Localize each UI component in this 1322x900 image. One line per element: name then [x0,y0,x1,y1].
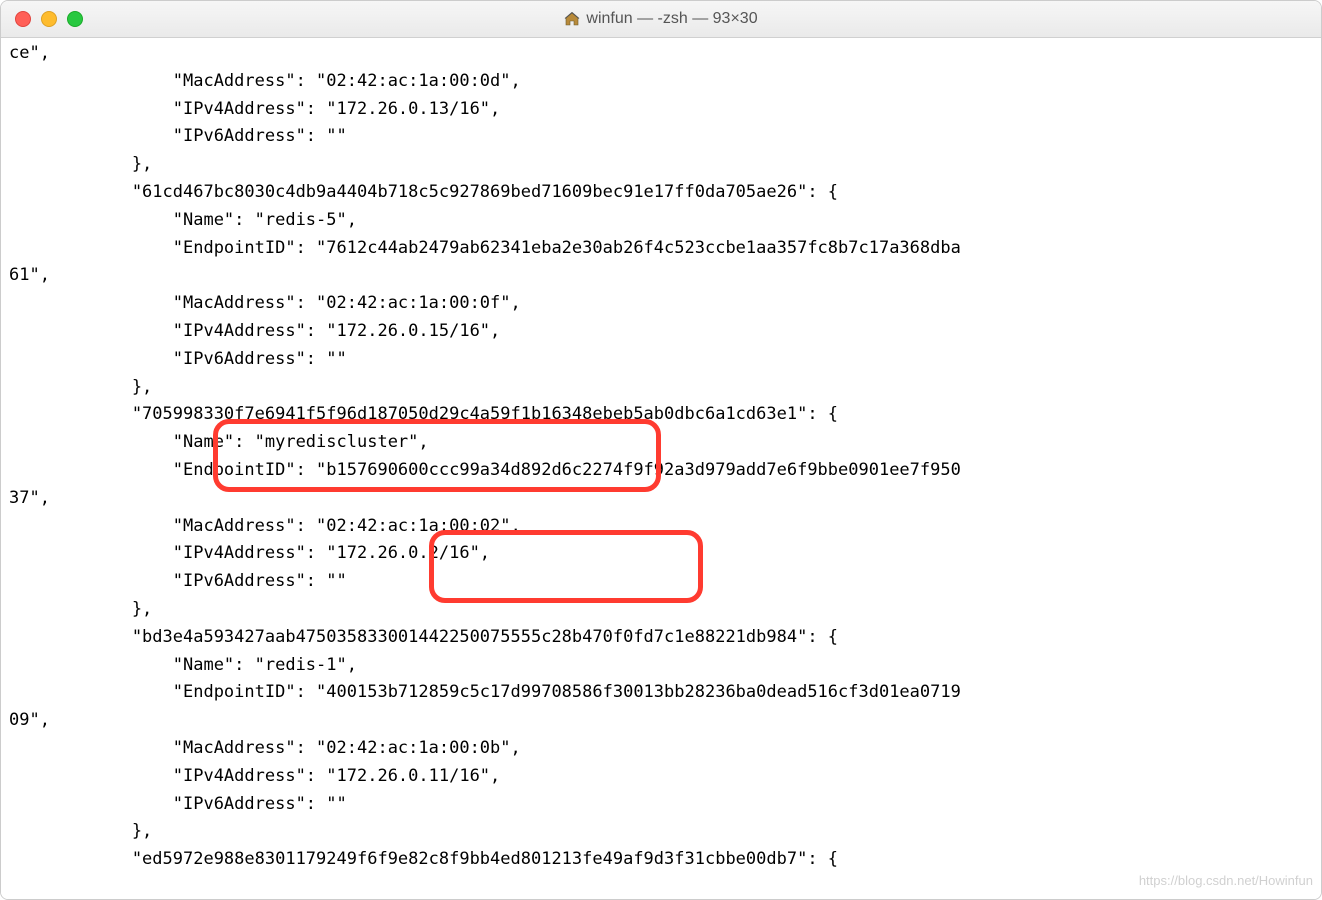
terminal-line: "IPv6Address": "" [9,346,1313,374]
terminal-line: "IPv6Address": "" [9,791,1313,819]
terminal-line: }, [9,596,1313,624]
terminal-line: "bd3e4a593427aab475035833001442250075555… [9,624,1313,652]
minimize-icon[interactable] [41,11,57,27]
terminal-line: "Name": "myrediscluster", [9,429,1313,457]
window-title-text: winfun — -zsh — 93×30 [586,10,757,28]
home-icon [564,12,580,26]
terminal-window: winfun — -zsh — 93×30 ce", "MacAddress":… [0,0,1322,900]
terminal-line: "IPv6Address": "" [9,568,1313,596]
terminal-line: }, [9,374,1313,402]
terminal-line: 09", [9,707,1313,735]
terminal-line: "IPv4Address": "172.26.0.11/16", [9,763,1313,791]
terminal-line: "61cd467bc8030c4db9a4404b718c5c927869bed… [9,179,1313,207]
terminal-line: 61", [9,262,1313,290]
terminal-line: "705998330f7e6941f5f96d187050d29c4a59f1b… [9,401,1313,429]
terminal-line: "ed5972e988e8301179249f6f9e82c8f9bb4ed80… [9,846,1313,874]
terminal-line: "IPv4Address": "172.26.0.15/16", [9,318,1313,346]
terminal-line: }, [9,818,1313,846]
window-title: winfun — -zsh — 93×30 [1,10,1321,28]
terminal-body[interactable]: ce", "MacAddress": "02:42:ac:1a:00:0d", … [1,38,1321,899]
terminal-line: "IPv4Address": "172.26.0.13/16", [9,96,1313,124]
terminal-line: "MacAddress": "02:42:ac:1a:00:0d", [9,68,1313,96]
terminal-line: "IPv4Address": "172.26.0.2/16", [9,540,1313,568]
terminal-line: "Name": "redis-1", [9,652,1313,680]
terminal-line: "EndpointID": "400153b712859c5c17d997085… [9,679,1313,707]
maximize-icon[interactable] [67,11,83,27]
window-titlebar[interactable]: winfun — -zsh — 93×30 [1,1,1321,38]
traffic-lights [1,11,83,27]
terminal-line: "EndpointID": "7612c44ab2479ab62341eba2e… [9,235,1313,263]
terminal-line: "IPv6Address": "" [9,123,1313,151]
terminal-line: "EndpointID": "b157690600ccc99a34d892d6c… [9,457,1313,485]
terminal-line: 37", [9,485,1313,513]
close-icon[interactable] [15,11,31,27]
terminal-line: ce", [9,40,1313,68]
terminal-line: "MacAddress": "02:42:ac:1a:00:0f", [9,290,1313,318]
terminal-line: }, [9,151,1313,179]
terminal-line: "Name": "redis-5", [9,207,1313,235]
terminal-line: "MacAddress": "02:42:ac:1a:00:0b", [9,735,1313,763]
terminal-line: "MacAddress": "02:42:ac:1a:00:02", [9,513,1313,541]
